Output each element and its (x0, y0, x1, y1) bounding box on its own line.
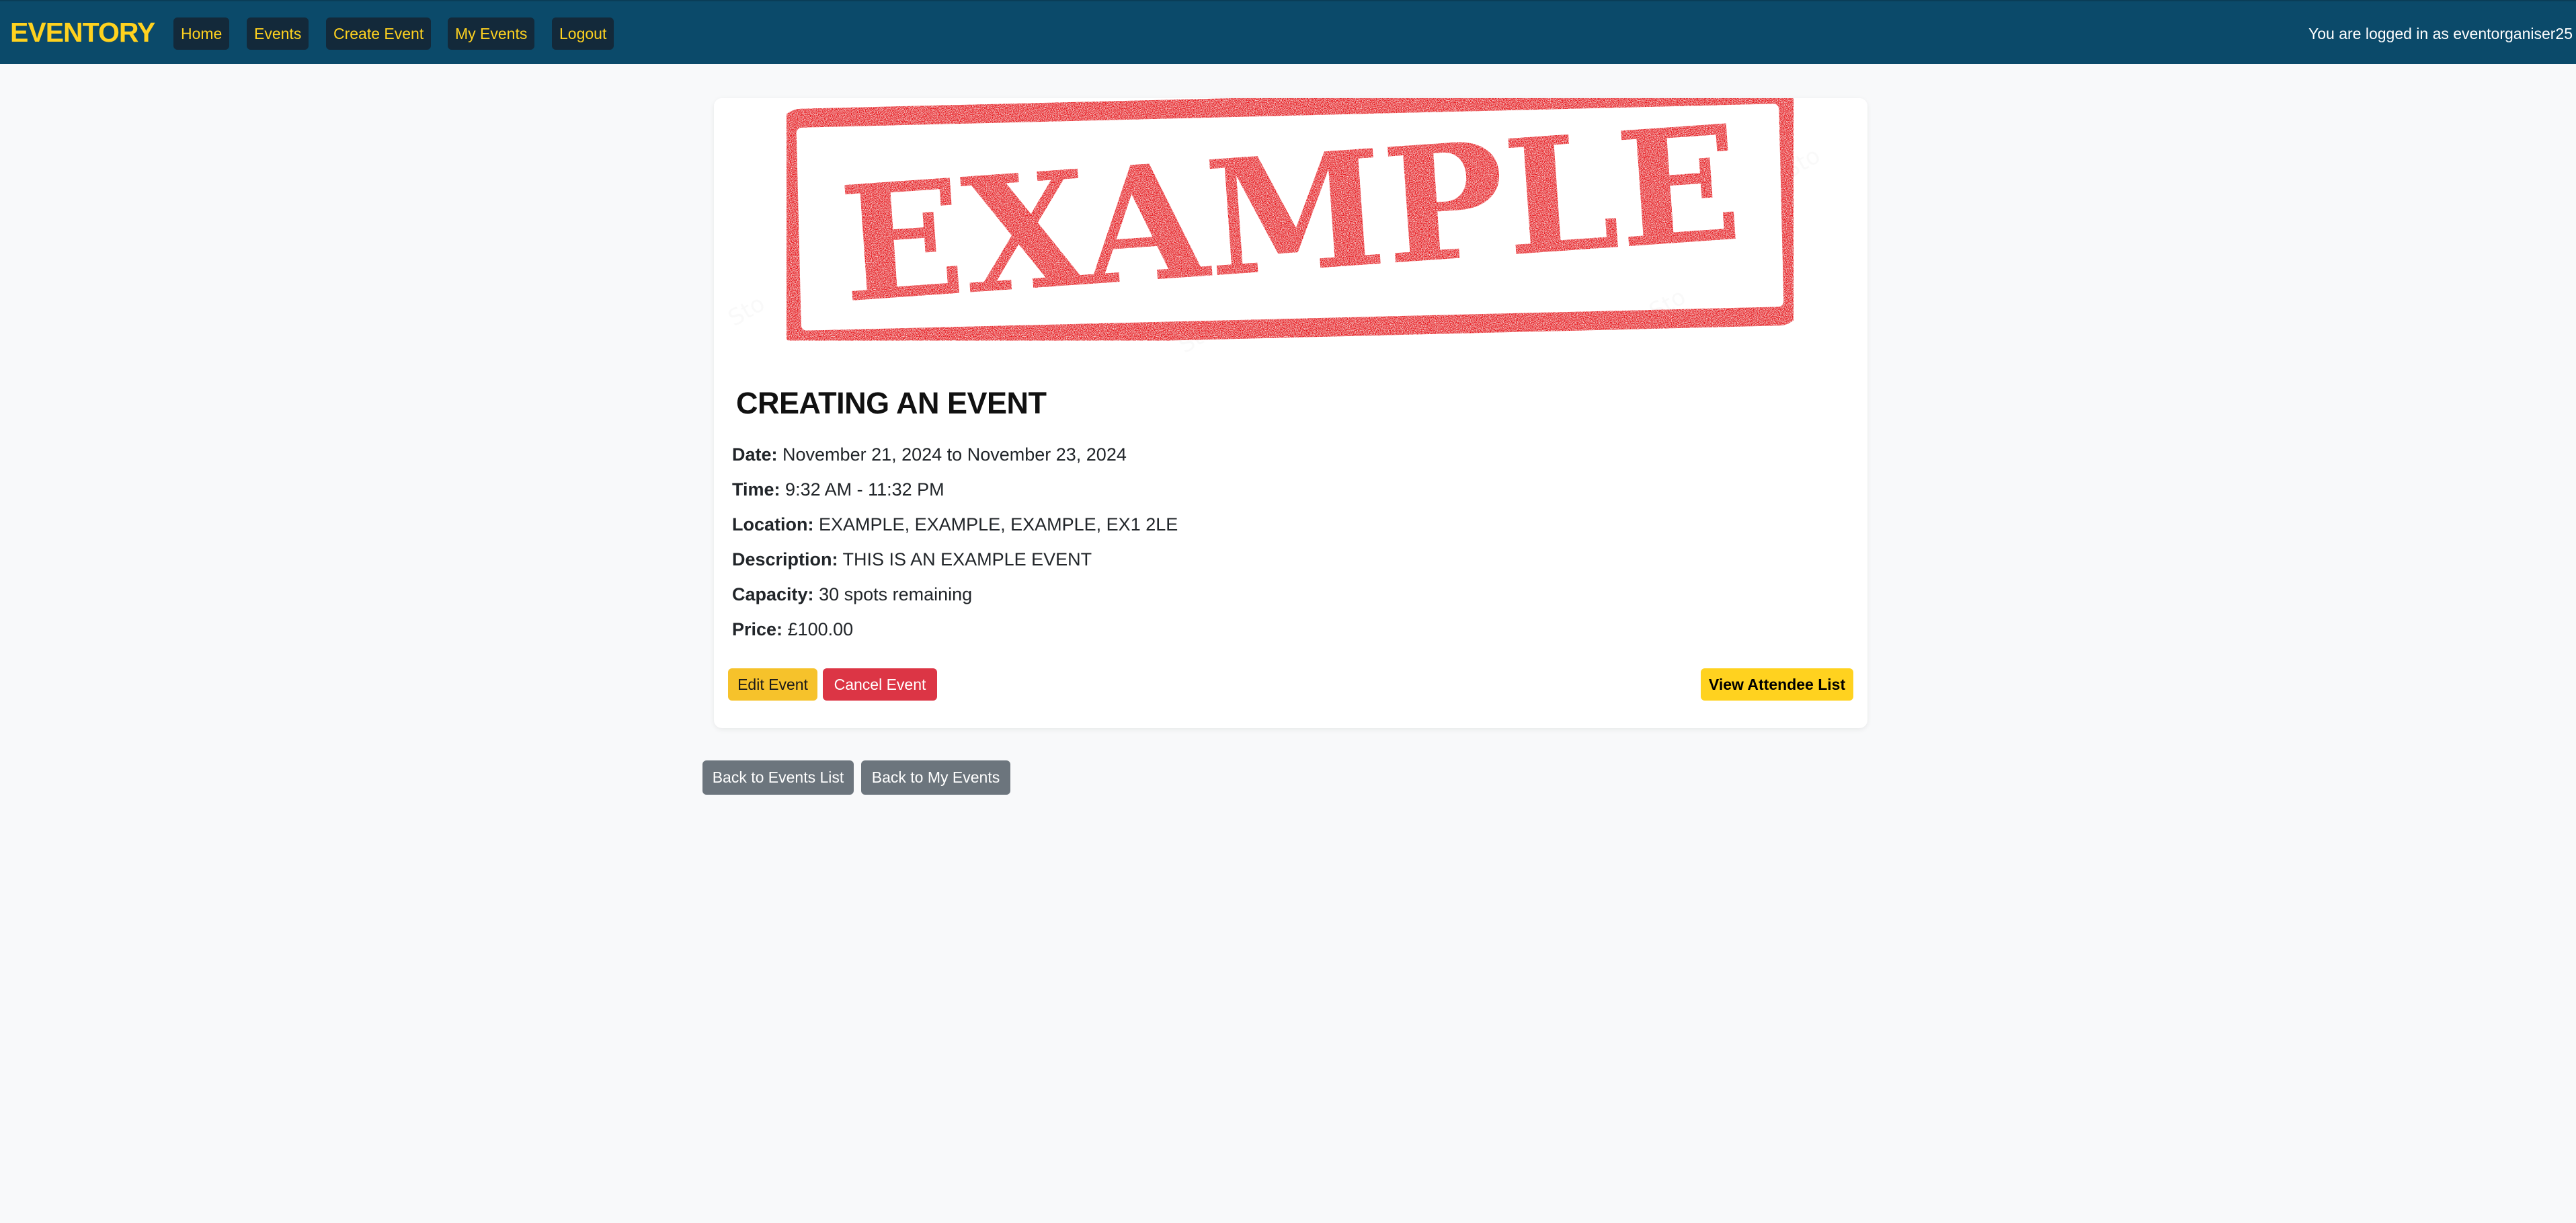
event-location: Location: EXAMPLE, EXAMPLE, EXAMPLE, EX1… (732, 514, 1178, 535)
description-label: Description: (732, 549, 838, 569)
event-description: Description: THIS IS AN EXAMPLE EVENT (732, 549, 1092, 570)
location-value: EXAMPLE, EXAMPLE, EXAMPLE, EX1 2LE (819, 514, 1178, 535)
location-label: Location: (732, 514, 814, 535)
description-value: THIS IS AN EXAMPLE EVENT (842, 549, 1092, 569)
login-status-text: You are logged in as eventorganiser25 (2308, 25, 2573, 42)
nav-logout-link[interactable]: Logout (552, 17, 614, 50)
time-label: Time: (732, 479, 780, 500)
price-value: £100.00 (787, 619, 854, 639)
stamp-text: EXAMPLE (835, 98, 1746, 338)
event-capacity: Capacity: 30 spots remaining (732, 584, 972, 605)
nav-home-link[interactable]: Home (173, 17, 230, 50)
price-label: Price: (732, 619, 783, 639)
event-image: Sto Sto Sto Sto EXAMPLE (714, 98, 1867, 370)
event-price: Price: £100.00 (732, 619, 853, 640)
nav-my-events-link[interactable]: My Events (448, 17, 535, 50)
capacity-label: Capacity: (732, 584, 814, 604)
event-time: Time: 9:32 AM - 11:32 PM (732, 479, 944, 500)
back-to-my-events-button[interactable]: Back to My Events (861, 760, 1010, 795)
svg-text:Sto: Sto (724, 290, 770, 332)
nav-create-event-link[interactable]: Create Event (326, 17, 432, 50)
date-label: Date: (732, 444, 778, 465)
top-navbar: EVENTORY Home Events Create Event My Eve… (0, 0, 2576, 64)
brand-logo[interactable]: EVENTORY (10, 17, 155, 48)
capacity-value: 30 spots remaining (819, 584, 973, 604)
date-value: November 21, 2024 to November 23, 2024 (782, 444, 1127, 465)
back-to-events-list-button[interactable]: Back to Events List (702, 760, 854, 795)
example-stamp-image: Sto Sto Sto Sto EXAMPLE (724, 98, 1825, 359)
cancel-event-button[interactable]: Cancel Event (823, 668, 937, 701)
view-attendee-list-button[interactable]: View Attendee List (1701, 668, 1853, 701)
edit-event-button[interactable]: Edit Event (728, 668, 817, 701)
nav-events-link[interactable]: Events (247, 17, 309, 50)
event-card: Sto Sto Sto Sto EXAMPLE CREATING AN EVEN… (714, 98, 1867, 728)
event-title: CREATING AN EVENT (736, 386, 1047, 420)
event-date: Date: November 21, 2024 to November 23, … (732, 444, 1127, 465)
time-value: 9:32 AM - 11:32 PM (785, 479, 944, 500)
